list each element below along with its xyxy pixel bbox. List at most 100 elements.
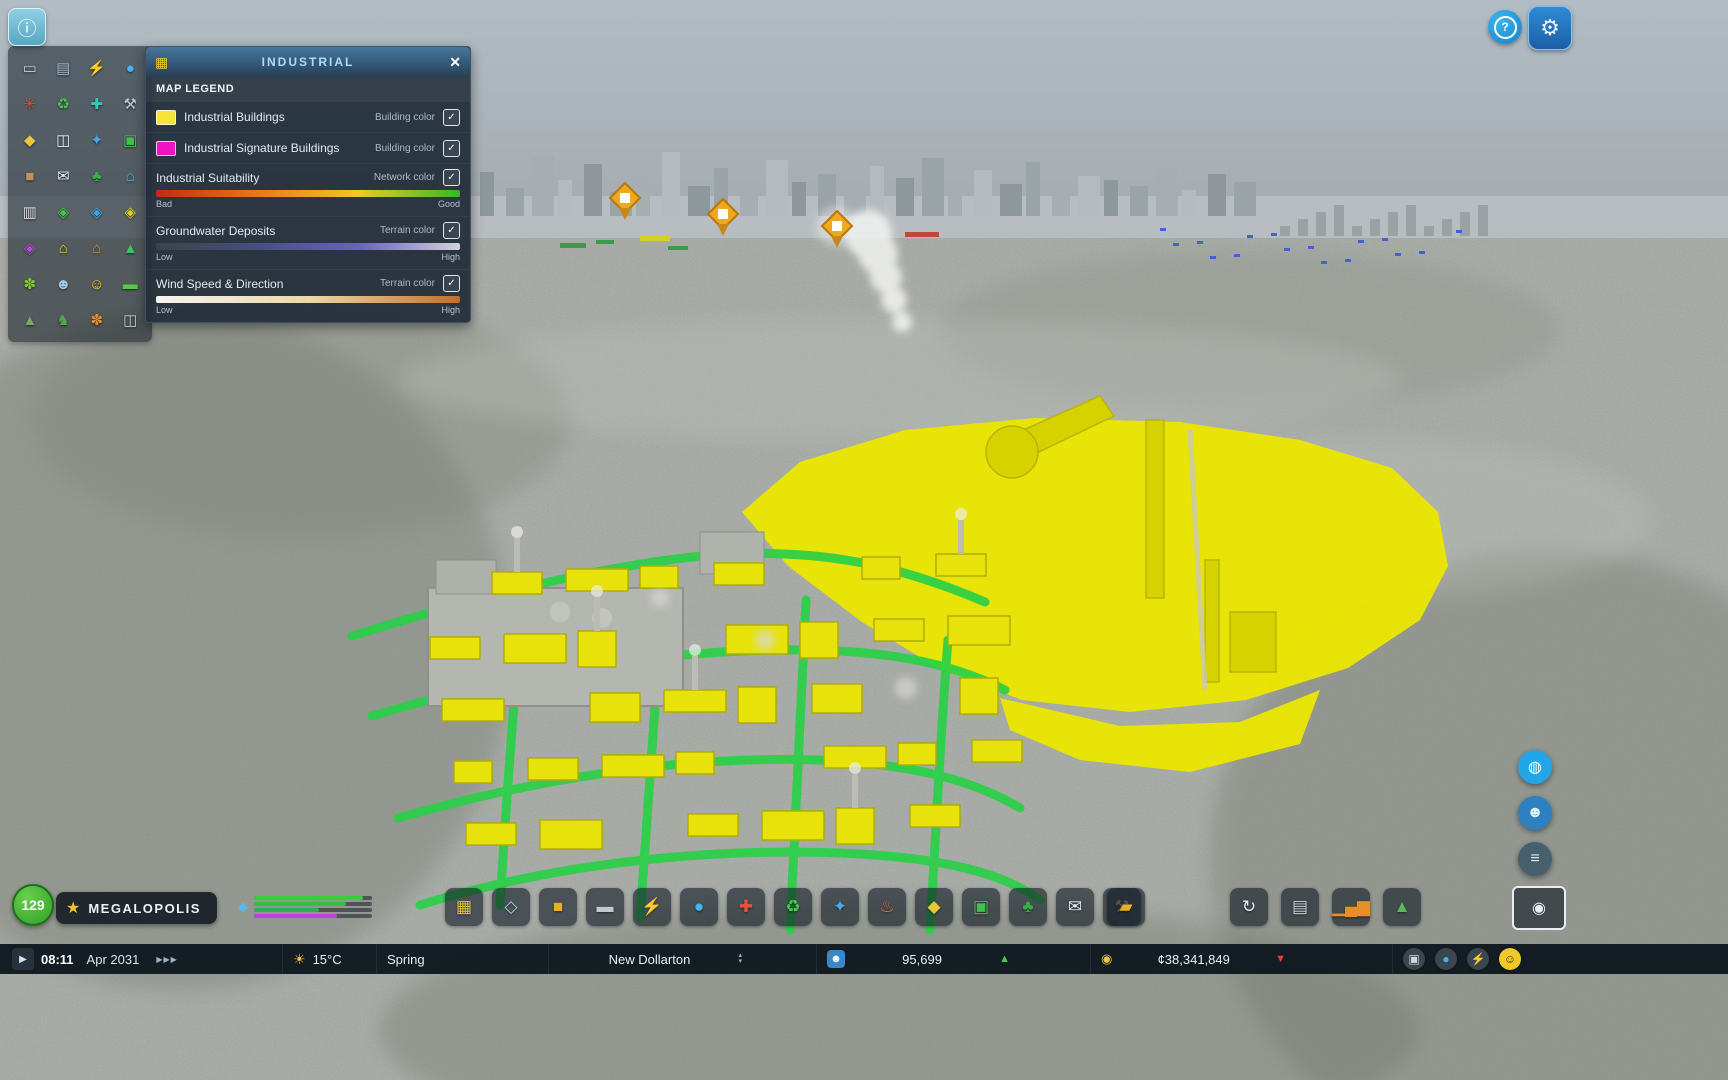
garbage-icon[interactable]: ♻ xyxy=(51,92,75,116)
billboard-icon[interactable]: ▤ xyxy=(51,56,75,80)
wildlife-icon[interactable]: ♞ xyxy=(51,308,75,332)
industrial-legend-panel: ▦ INDUSTRIAL ✕ MAP LEGEND Industrial Bui… xyxy=(145,46,471,323)
areas-icon[interactable]: ◇ xyxy=(492,888,530,926)
play-button[interactable]: ▶ xyxy=(12,948,34,970)
healthcare-icon[interactable]: ✚ xyxy=(85,92,109,116)
legend-type-label: Building color xyxy=(375,143,435,154)
happiness-mini-icon[interactable]: ☺ xyxy=(1499,948,1521,970)
legend-checkbox[interactable]: ✓ xyxy=(443,169,460,186)
legend-checkbox[interactable]: ✓ xyxy=(443,222,460,239)
happiness-icon[interactable]: ☺ xyxy=(85,272,109,296)
legend-label: Industrial Suitability xyxy=(156,171,366,185)
healthcare-icon[interactable]: ✚ xyxy=(727,888,765,926)
legend-label: Wind Speed & Direction xyxy=(156,277,372,291)
overlay-blue-icon[interactable]: ◈ xyxy=(85,200,109,224)
parks-recreation-icon[interactable]: ♣ xyxy=(1009,888,1047,926)
administration-icon[interactable]: ◫ xyxy=(51,128,75,152)
season-label: Spring xyxy=(387,952,425,967)
speed-control[interactable]: ▶▶▶ xyxy=(156,955,177,964)
landmarks-icon[interactable]: ◫ xyxy=(118,308,142,332)
overlay-green-icon[interactable]: ◈ xyxy=(51,200,75,224)
map-legend-heading: MAP LEGEND xyxy=(146,77,470,101)
economy-chart-icon[interactable]: ▲ xyxy=(118,236,142,260)
legend-type-label: Network color xyxy=(374,172,435,183)
harvest-icon[interactable]: ✽ xyxy=(85,308,109,332)
housing-icon[interactable]: ⌂ xyxy=(85,236,109,260)
color-swatch xyxy=(156,110,176,125)
follow-citizen-button[interactable]: ☻ xyxy=(1518,796,1552,830)
legend-type-label: Terrain color xyxy=(380,278,435,289)
water-sewage-icon[interactable]: ● xyxy=(680,888,718,926)
legend-title: INDUSTRIAL xyxy=(262,55,355,69)
garbage-icon[interactable]: ♻ xyxy=(774,888,812,926)
info-button[interactable]: ⓘ xyxy=(8,8,46,46)
bulldozer-slot: ▰ xyxy=(1107,888,1145,926)
agriculture-icon[interactable]: ✽ xyxy=(18,272,42,296)
fire-rescue-icon[interactable]: ♨ xyxy=(868,888,906,926)
zoning-icon[interactable]: ▦ xyxy=(445,888,483,926)
maintenance-icon[interactable]: ⚒ xyxy=(118,92,142,116)
legend-row: Wind Speed & Direction Terrain color ✓ L… xyxy=(146,269,470,322)
hazard-icon[interactable]: ✳ xyxy=(18,92,42,116)
commercial-icon[interactable]: ⌂ xyxy=(118,164,142,188)
progression-icon[interactable]: ↻ xyxy=(1230,888,1268,926)
residential-icon[interactable]: ⌂ xyxy=(51,236,75,260)
roads-icon[interactable]: ▬ xyxy=(586,888,624,926)
overlay-yellow-icon[interactable]: ◈ xyxy=(118,200,142,224)
game-screen: ⓘ ? ⚙ ▭▤⚡●✳♻✚⚒◆◫✦▣■✉♣⌂▥◈◈◈◈⌂⌂▲✽☻☺▬▲♞✽◫ ▦… xyxy=(0,0,1728,1080)
photo-mode-icon[interactable]: ▲ xyxy=(1383,888,1421,926)
education-icon[interactable]: ✦ xyxy=(821,888,859,926)
chirper-icon[interactable]: ✉ xyxy=(51,164,75,188)
bulldozer-icon[interactable]: ▰ xyxy=(1107,888,1145,926)
xp-progress-bar xyxy=(254,914,372,918)
statistics-icon[interactable]: ▁▄▆ xyxy=(1332,888,1370,926)
transportation-icon[interactable]: ▣ xyxy=(962,888,1000,926)
communications-icon[interactable]: ✉ xyxy=(1056,888,1094,926)
money-icon: ◉ xyxy=(1101,951,1112,967)
legend-row: Industrial Buildings Building color ✓ xyxy=(146,101,470,132)
transport-icon[interactable]: ▣ xyxy=(118,128,142,152)
legend-checkbox[interactable]: ✓ xyxy=(443,140,460,157)
legend-row: Industrial Signature Buildings Building … xyxy=(146,132,470,163)
electricity-icon[interactable]: ⚡ xyxy=(85,56,109,80)
population-segment[interactable]: ☻ 95,699 ▲ xyxy=(816,944,1020,974)
help-button[interactable]: ? xyxy=(1488,10,1522,44)
electricity-icon[interactable]: ⚡ xyxy=(633,888,671,926)
terrain-icon[interactable]: ▲ xyxy=(18,308,42,332)
camera-button[interactable]: ◉ xyxy=(1512,886,1566,930)
money-segment[interactable]: ◉ ¢38,341,849 ▼ xyxy=(1090,944,1296,974)
power-mini-icon[interactable]: ⚡ xyxy=(1467,948,1489,970)
settings-button[interactable]: ⚙ xyxy=(1528,6,1572,50)
close-icon[interactable]: ✕ xyxy=(449,54,461,71)
money-icon[interactable]: ▬ xyxy=(118,272,142,296)
overview-tools-row: ↻ ▤ ▁▄▆ ▲ xyxy=(1230,888,1421,926)
population-icon: ☻ xyxy=(827,950,845,968)
tourism-icon[interactable]: ■ xyxy=(18,164,42,188)
game-date: Apr 2031 xyxy=(87,952,140,967)
water-icon[interactable]: ● xyxy=(118,56,142,80)
city-selector[interactable]: ▴ ▾ xyxy=(738,953,742,965)
parks-icon[interactable]: ♣ xyxy=(85,164,109,188)
journal-button[interactable]: ≡ xyxy=(1518,842,1552,876)
industry-icon: ▦ xyxy=(155,54,168,71)
money-amount: ¢38,341,849 xyxy=(1158,952,1230,967)
map-globe-button[interactable]: ◍ xyxy=(1518,750,1552,784)
city-name: New Dollarton xyxy=(609,952,691,967)
coverage-icon[interactable]: ▥ xyxy=(18,200,42,224)
transit-mini-icon[interactable]: ▣ xyxy=(1403,948,1425,970)
level-badge[interactable]: 129 xyxy=(12,884,54,926)
police-icon[interactable]: ◆ xyxy=(915,888,953,926)
legend-checkbox[interactable]: ✓ xyxy=(443,275,460,292)
monitor-icon[interactable]: ▭ xyxy=(18,56,42,80)
police-shield-icon[interactable]: ◆ xyxy=(18,128,42,152)
info-icon: ⓘ xyxy=(17,14,36,41)
water-mini-icon[interactable]: ● xyxy=(1435,948,1457,970)
education-icon[interactable]: ✦ xyxy=(85,128,109,152)
map-overview-icon[interactable]: ▤ xyxy=(1281,888,1319,926)
temperature: 15°C xyxy=(313,952,342,967)
citizens-icon[interactable]: ☻ xyxy=(51,272,75,296)
signature-buildings-icon[interactable]: ■ xyxy=(539,888,577,926)
overlay-purple-icon[interactable]: ◈ xyxy=(18,236,42,260)
milestone-button[interactable]: ★ MEGALOPOLIS xyxy=(56,892,217,924)
legend-checkbox[interactable]: ✓ xyxy=(443,109,460,126)
